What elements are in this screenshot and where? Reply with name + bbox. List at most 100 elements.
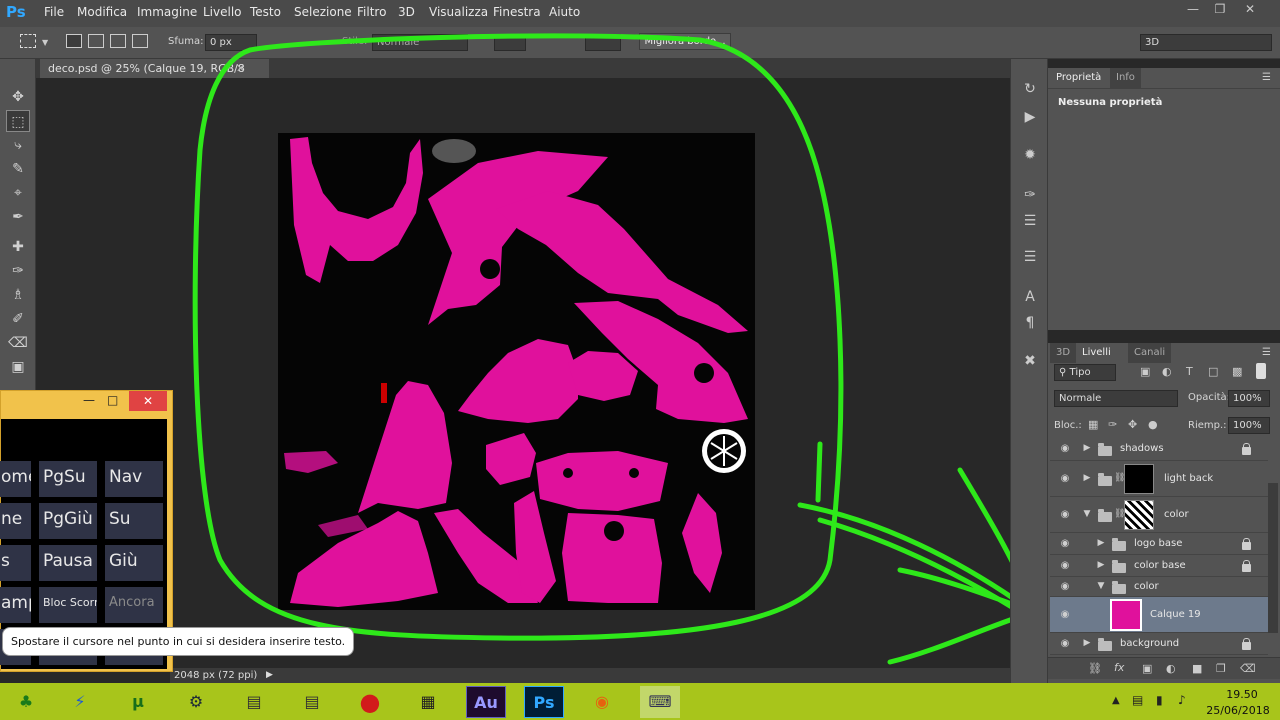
- healing-brush-tool-icon[interactable]: ✚: [6, 236, 30, 258]
- thunder-app-icon[interactable]: ⚡: [60, 686, 100, 718]
- gradient-tool-icon[interactable]: ▣: [6, 356, 30, 378]
- layer-row-logo-base[interactable]: ◉ ▶ logo base: [1050, 533, 1268, 555]
- new-group-icon[interactable]: ■: [1192, 662, 1202, 675]
- tool-presets-icon[interactable]: ✖: [1020, 351, 1040, 371]
- clock-time[interactable]: 19.50: [1208, 688, 1276, 701]
- adjustments-sliders-icon[interactable]: ☰: [1020, 211, 1040, 231]
- tab-channels[interactable]: Canali: [1128, 343, 1172, 363]
- menu-modifica[interactable]: Modifica: [77, 5, 127, 19]
- menu-selezione[interactable]: Selezione: [294, 5, 352, 19]
- history-brush-tool-icon[interactable]: ✐: [6, 308, 30, 330]
- lock-transparency-icon[interactable]: ▦: [1088, 418, 1098, 431]
- brush-presets-icon[interactable]: ✑: [1020, 185, 1040, 205]
- layer-mask-thumbnail[interactable]: [1124, 500, 1154, 530]
- osk-key-home[interactable]: ome: [0, 461, 31, 497]
- workspace-select[interactable]: 3D: [1140, 34, 1272, 51]
- filter-adjustment-icon[interactable]: ◐: [1162, 365, 1172, 378]
- layers-scrollbar[interactable]: [1268, 483, 1278, 633]
- visibility-eye-icon[interactable]: ◉: [1058, 581, 1072, 592]
- visibility-eye-icon[interactable]: ◉: [1058, 538, 1072, 549]
- crop-tool-icon[interactable]: ⌖: [6, 182, 30, 204]
- layer-style-icon[interactable]: fx: [1114, 661, 1124, 674]
- document-canvas[interactable]: [278, 133, 755, 610]
- add-selection-icon[interactable]: [88, 34, 104, 48]
- menu-aiuto[interactable]: Aiuto: [549, 5, 580, 19]
- utorrent-app-icon[interactable]: µ: [118, 686, 158, 718]
- expand-arrow-icon[interactable]: ▶: [1082, 443, 1092, 453]
- steam-app-icon[interactable]: ⚙: [176, 686, 216, 718]
- audition-app-icon[interactable]: Au: [466, 686, 506, 718]
- collapse-arrow-icon[interactable]: ▼: [1082, 509, 1092, 519]
- osk-minimize-icon[interactable]: —: [83, 393, 95, 407]
- menu-3d[interactable]: 3D: [398, 5, 415, 19]
- lock-position-icon[interactable]: ✥: [1128, 418, 1137, 431]
- osk-key-stamp[interactable]: amp: [0, 587, 31, 623]
- osk-key-pausa[interactable]: Pausa: [39, 545, 97, 581]
- new-layer-icon[interactable]: ❐: [1216, 662, 1226, 675]
- close-icon[interactable]: ✕: [1240, 2, 1260, 20]
- window-app-1-icon[interactable]: ▤: [234, 686, 274, 718]
- eraser-tool-icon[interactable]: ⌫: [6, 332, 30, 354]
- add-mask-icon[interactable]: ▣: [1142, 662, 1152, 675]
- expand-arrow-icon[interactable]: ▶: [1082, 638, 1092, 648]
- style-select[interactable]: Normale: [372, 34, 468, 51]
- tab-3d[interactable]: 3D: [1050, 343, 1077, 363]
- feather-input[interactable]: 0 px: [205, 34, 257, 51]
- intersect-selection-icon[interactable]: [132, 34, 148, 48]
- layer-row-shadows[interactable]: ◉ ▶ shadows: [1050, 437, 1268, 461]
- layers-panel-menu-icon[interactable]: ☰: [1262, 347, 1271, 358]
- layer-row-calque-19[interactable]: ◉ Calque 19: [1050, 597, 1268, 633]
- paragraph-icon[interactable]: ¶: [1020, 313, 1040, 333]
- menu-visualizza[interactable]: Visualizza: [429, 5, 488, 19]
- new-selection-icon[interactable]: [66, 34, 82, 48]
- filter-shape-icon[interactable]: □: [1208, 365, 1218, 378]
- eyedropper-tool-icon[interactable]: ✒: [6, 206, 30, 228]
- layer-thumbnail[interactable]: [1110, 599, 1142, 631]
- menu-testo[interactable]: Testo: [250, 5, 281, 19]
- filter-toggle[interactable]: [1256, 363, 1266, 379]
- clover-app-icon[interactable]: ♣: [6, 686, 46, 718]
- osk-key-ins[interactable]: s: [0, 545, 31, 581]
- osk-key-pgsu[interactable]: PgSu: [39, 461, 97, 497]
- adjustment-layer-icon[interactable]: ◐: [1166, 662, 1176, 675]
- lock-pixels-icon[interactable]: ✑: [1108, 418, 1117, 431]
- layer-row-background[interactable]: ◉ ▶ background: [1050, 633, 1268, 655]
- tab-layers[interactable]: Livelli: [1076, 343, 1117, 363]
- height-input[interactable]: [585, 34, 621, 51]
- blend-mode-select[interactable]: Normale: [1054, 390, 1178, 407]
- visibility-eye-icon[interactable]: ◉: [1058, 560, 1072, 571]
- visibility-eye-icon[interactable]: ◉: [1058, 609, 1072, 620]
- photoshop-app-icon[interactable]: Ps: [524, 686, 564, 718]
- visibility-eye-icon[interactable]: ◉: [1058, 443, 1072, 454]
- osk-close-icon[interactable]: ✕: [129, 391, 167, 411]
- character-icon[interactable]: A: [1020, 287, 1040, 307]
- marquee-tool-icon[interactable]: ⬚: [6, 110, 30, 132]
- firefox-app-icon[interactable]: ◉: [582, 686, 622, 718]
- visibility-eye-icon[interactable]: ◉: [1058, 509, 1072, 520]
- osk-key-su[interactable]: Su: [105, 503, 163, 539]
- filter-type-icon[interactable]: T: [1186, 365, 1193, 378]
- brush-tool-icon[interactable]: ✑: [6, 260, 30, 282]
- layer-row-color-group[interactable]: ◉ ▼ ⛓ color: [1050, 497, 1268, 533]
- expand-arrow-icon[interactable]: ▶: [1096, 560, 1106, 570]
- expand-arrow-icon[interactable]: ▶: [1096, 538, 1106, 548]
- osk-key-nav[interactable]: Nav: [105, 461, 163, 497]
- visibility-eye-icon[interactable]: ◉: [1058, 473, 1072, 484]
- film-app-icon[interactable]: ▦: [408, 686, 448, 718]
- osk-key-giu[interactable]: Giù: [105, 545, 163, 581]
- menu-livello[interactable]: Livello: [203, 5, 242, 19]
- close-tab-icon[interactable]: ✕: [236, 59, 245, 78]
- opacity-input[interactable]: 100%: [1228, 390, 1270, 407]
- osk-key-pggiu[interactable]: PgGiù: [39, 503, 97, 539]
- width-input[interactable]: [494, 34, 526, 51]
- trash-icon[interactable]: ⌫: [1240, 662, 1256, 675]
- keyboard-app-icon[interactable]: ⌨: [640, 686, 680, 718]
- collapse-arrow-icon[interactable]: ▼: [1096, 581, 1106, 591]
- tab-properties[interactable]: Proprietà: [1050, 68, 1108, 88]
- record-app-icon[interactable]: ●: [350, 686, 390, 718]
- window-app-2-icon[interactable]: ▤: [292, 686, 332, 718]
- tray-up-arrow-icon[interactable]: ▲: [1112, 695, 1120, 706]
- refine-edge-button[interactable]: Migliora bordo...: [639, 33, 731, 50]
- expand-arrow-icon[interactable]: ▶: [1082, 473, 1092, 483]
- restore-icon[interactable]: ❐: [1210, 2, 1230, 20]
